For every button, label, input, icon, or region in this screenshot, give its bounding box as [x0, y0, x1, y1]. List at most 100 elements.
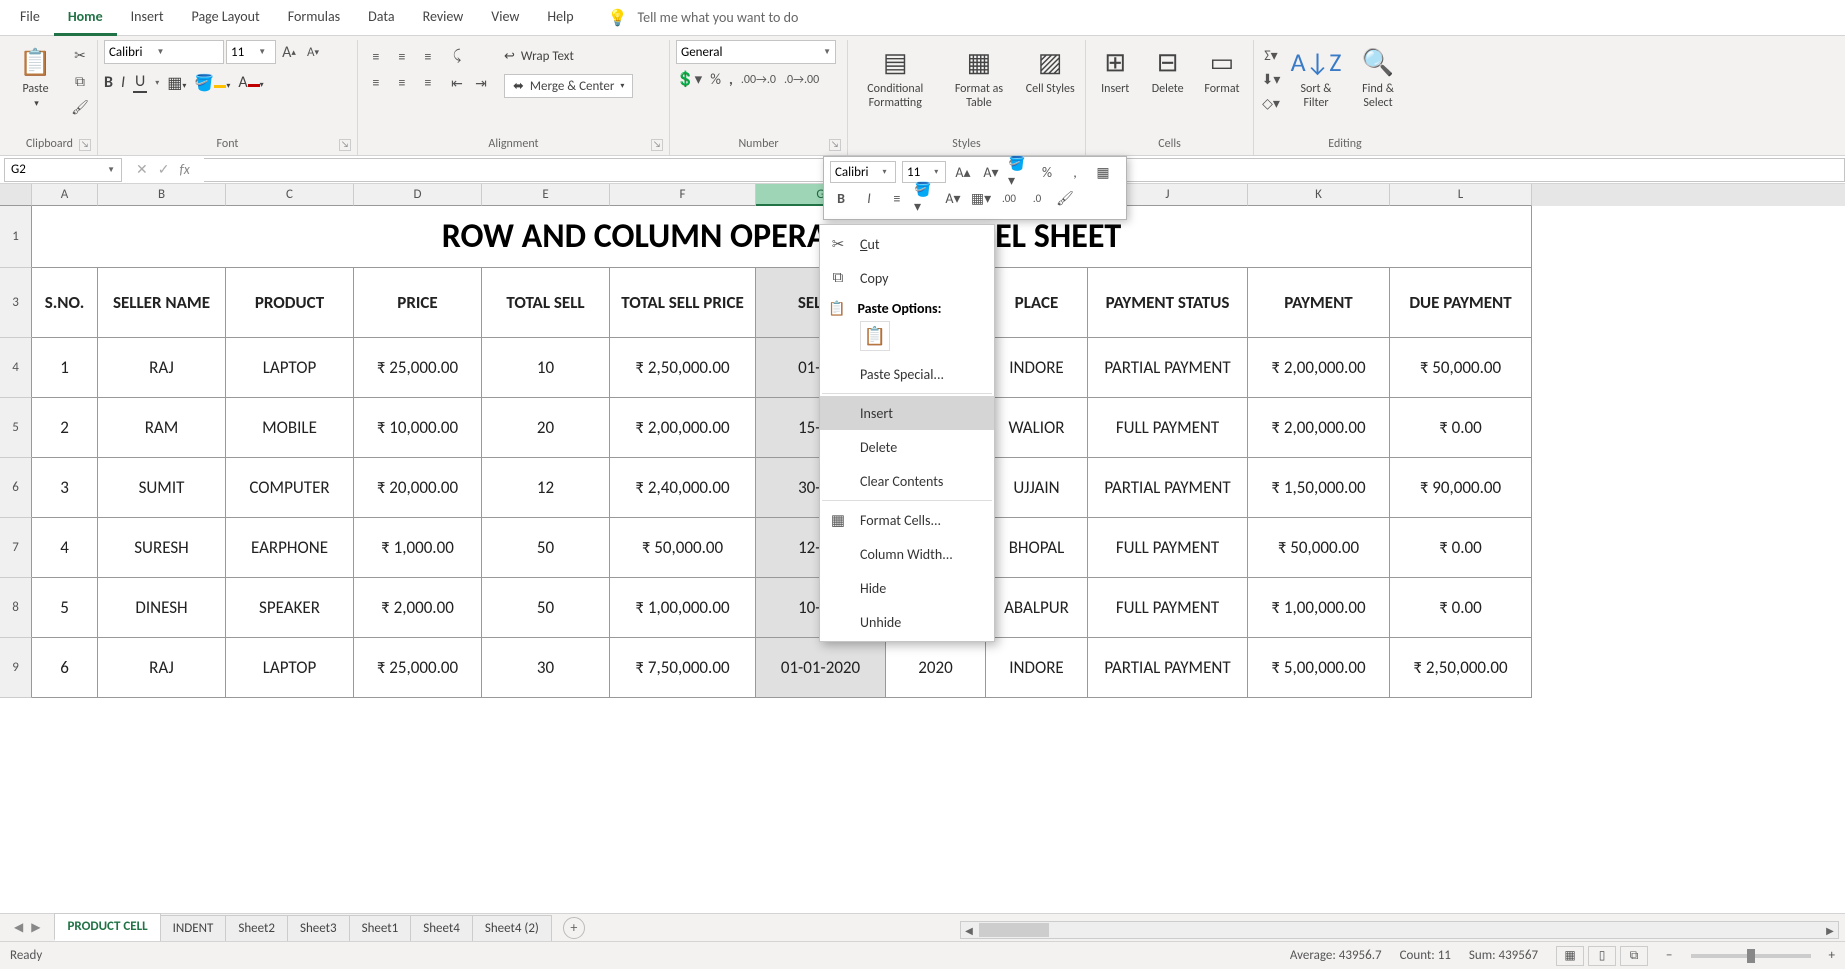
col-header-F[interactable]: F: [610, 184, 756, 206]
add-sheet-button[interactable]: +: [563, 917, 585, 939]
ctx-insert[interactable]: Insert: [820, 396, 994, 430]
zoom-slider[interactable]: [1691, 954, 1811, 958]
row-header-8[interactable]: 8: [0, 578, 32, 638]
data-cell[interactable]: ₹ 2,00,000.00: [610, 398, 756, 458]
row-header-9[interactable]: 9: [0, 638, 32, 698]
col-header-B[interactable]: B: [98, 184, 226, 206]
mini-inc-decimal-icon[interactable]: .00: [998, 187, 1020, 209]
decrease-indent-button[interactable]: ⇤: [446, 72, 468, 94]
decrease-font-icon[interactable]: A▾: [302, 41, 324, 63]
header-cell[interactable]: PLACE: [986, 268, 1088, 338]
data-cell[interactable]: PARTIAL PAYMENT: [1088, 638, 1248, 698]
delete-cells-button[interactable]: ⊟Delete: [1144, 44, 1190, 124]
data-cell[interactable]: 10: [482, 338, 610, 398]
ctx-format-cells[interactable]: ▦Format Cells...: [820, 503, 994, 537]
data-cell[interactable]: ₹ 0.00: [1390, 578, 1532, 638]
dialog-launcher-icon[interactable]: ↘: [79, 139, 91, 151]
col-header-D[interactable]: D: [354, 184, 482, 206]
data-cell[interactable]: ₹ 1,00,000.00: [610, 578, 756, 638]
wrap-text-button[interactable]: ↩Wrap Text: [504, 44, 633, 68]
row-header-6[interactable]: 6: [0, 458, 32, 518]
align-top-button[interactable]: ≡: [364, 44, 388, 68]
scroll-left-icon[interactable]: ◀: [961, 922, 977, 938]
menu-tab-review[interactable]: Review: [409, 0, 478, 36]
data-cell[interactable]: 01-01-2020: [756, 638, 886, 698]
header-cell[interactable]: SELLER NAME: [98, 268, 226, 338]
data-cell[interactable]: LAPTOP: [226, 338, 354, 398]
number-format-combo[interactable]: General▼: [676, 40, 836, 64]
data-cell[interactable]: FULL PAYMENT: [1088, 578, 1248, 638]
autosum-button[interactable]: Σ▾: [1260, 44, 1282, 66]
dialog-launcher-icon[interactable]: ↘: [339, 139, 351, 151]
sort-filter-button[interactable]: A↓ZSort & Filter: [1288, 44, 1344, 124]
orientation-button[interactable]: ⤹: [446, 44, 468, 66]
mini-align-button[interactable]: ≡: [886, 187, 908, 209]
menu-tab-data[interactable]: Data: [354, 0, 408, 36]
page-break-view-button[interactable]: ⧉: [1620, 946, 1648, 966]
data-cell[interactable]: WALIOR: [986, 398, 1088, 458]
font-color-button[interactable]: A▾: [238, 73, 263, 92]
data-cell[interactable]: ₹ 10,000.00: [354, 398, 482, 458]
mini-font-color-icon[interactable]: A▾: [942, 187, 964, 209]
data-cell[interactable]: 50: [482, 518, 610, 578]
data-cell[interactable]: ₹ 1,000.00: [354, 518, 482, 578]
data-cell[interactable]: SPEAKER: [226, 578, 354, 638]
dialog-launcher-icon[interactable]: ↘: [651, 139, 663, 151]
conditional-formatting-button[interactable]: ▤Conditional Formatting: [854, 44, 936, 124]
menu-tab-view[interactable]: View: [477, 0, 533, 36]
ctx-paste-special[interactable]: Paste Special...: [820, 357, 994, 391]
data-cell[interactable]: ₹ 50,000.00: [1390, 338, 1532, 398]
copy-button[interactable]: ⧉: [69, 70, 91, 92]
mini-format-painter-icon[interactable]: 🖌: [1054, 187, 1076, 209]
data-cell[interactable]: 1: [32, 338, 98, 398]
data-cell[interactable]: 5: [32, 578, 98, 638]
data-cell[interactable]: LAPTOP: [226, 638, 354, 698]
row-header-5[interactable]: 5: [0, 398, 32, 458]
row-header-4[interactable]: 4: [0, 338, 32, 398]
data-cell[interactable]: SUMIT: [98, 458, 226, 518]
font-name-combo[interactable]: Calibri▼: [104, 40, 224, 64]
data-cell[interactable]: 6: [32, 638, 98, 698]
data-cell[interactable]: ₹ 2,00,000.00: [1248, 338, 1390, 398]
paste-option-icon[interactable]: 📋: [860, 321, 890, 351]
header-cell[interactable]: TOTAL SELL PRICE: [610, 268, 756, 338]
data-cell[interactable]: ₹ 50,000.00: [1248, 518, 1390, 578]
ctx-delete[interactable]: Delete: [820, 430, 994, 464]
data-cell[interactable]: UJJAIN: [986, 458, 1088, 518]
menu-tab-help[interactable]: Help: [533, 0, 587, 36]
scroll-right-icon[interactable]: ▶: [1822, 922, 1838, 938]
fill-color-button[interactable]: 🪣▾: [194, 73, 230, 93]
header-cell[interactable]: PRICE: [354, 268, 482, 338]
title-cell[interactable]: ROW AND COLUMN OPERATION IN EXCEL SHEET: [32, 206, 1532, 268]
data-cell[interactable]: DINESH: [98, 578, 226, 638]
format-painter-button[interactable]: 🖌: [69, 96, 91, 118]
col-header-A[interactable]: A: [32, 184, 98, 206]
data-cell[interactable]: ₹ 25,000.00: [354, 338, 482, 398]
percent-button[interactable]: %: [710, 71, 721, 89]
data-cell[interactable]: FULL PAYMENT: [1088, 518, 1248, 578]
comma-button[interactable]: ,: [729, 71, 733, 89]
align-left-button[interactable]: ≡: [364, 70, 388, 94]
data-cell[interactable]: ₹ 5,00,000.00: [1248, 638, 1390, 698]
ctx-hide[interactable]: Hide: [820, 571, 994, 605]
data-cell[interactable]: ₹ 90,000.00: [1390, 458, 1532, 518]
header-cell[interactable]: PRODUCT: [226, 268, 354, 338]
mini-size-combo[interactable]: 11▾: [902, 161, 946, 183]
header-cell[interactable]: PAYMENT STATUS: [1088, 268, 1248, 338]
italic-button[interactable]: I: [121, 73, 125, 92]
mini-increase-font-icon[interactable]: A▴: [952, 161, 974, 183]
mini-comma-icon[interactable]: ,: [1064, 161, 1086, 183]
sheet-tab-sheet4--2-[interactable]: Sheet4 (2): [472, 915, 552, 941]
menu-tab-home[interactable]: Home: [54, 0, 117, 36]
mini-percent-icon[interactable]: %: [1036, 161, 1058, 183]
sheet-tab-sheet3[interactable]: Sheet3: [287, 915, 350, 941]
header-cell[interactable]: PAYMENT: [1248, 268, 1390, 338]
zoom-in-button[interactable]: +: [1829, 948, 1835, 963]
ctx-unhide[interactable]: Unhide: [820, 605, 994, 639]
dialog-launcher-icon[interactable]: ↘: [829, 139, 841, 151]
data-cell[interactable]: ₹ 50,000.00: [610, 518, 756, 578]
align-right-button[interactable]: ≡: [416, 70, 440, 94]
data-cell[interactable]: ₹ 2,000.00: [354, 578, 482, 638]
data-cell[interactable]: FULL PAYMENT: [1088, 398, 1248, 458]
row-header-7[interactable]: 7: [0, 518, 32, 578]
